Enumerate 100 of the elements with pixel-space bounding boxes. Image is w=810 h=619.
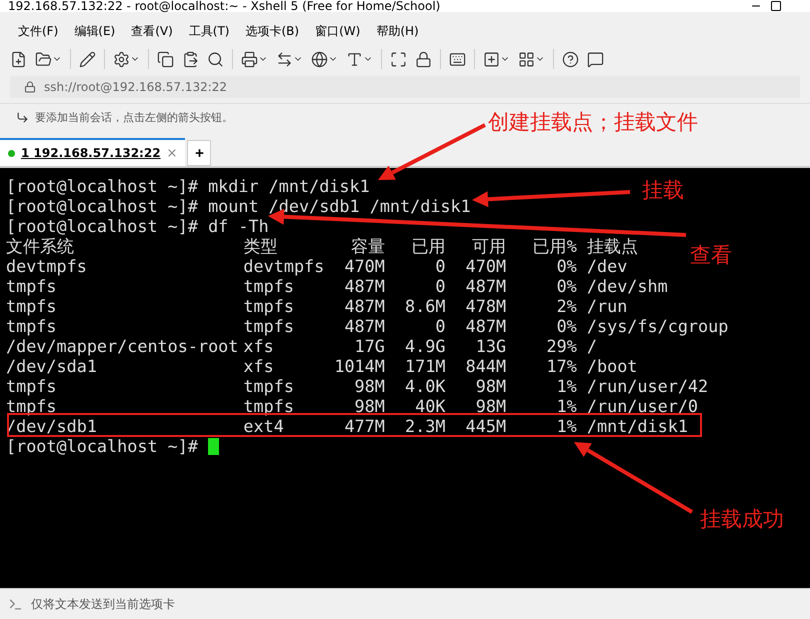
- column-header: 已用: [410, 236, 446, 256]
- table-cell-text: tmpfs: [243, 376, 295, 396]
- table-cell-text: 470M: [464, 256, 506, 276]
- table-cell-text: /dev/mapper/centos-root: [6, 336, 240, 356]
- annotation: 查看: [690, 242, 732, 269]
- table-cell-text: tmpfs: [243, 316, 295, 336]
- table-cell-text: 98M: [474, 396, 506, 416]
- table-cell: /boot: [586, 356, 638, 376]
- settings-icon[interactable]: [113, 50, 130, 68]
- table-cell: /: [586, 336, 597, 356]
- table-cell: /dev/shm: [586, 276, 668, 296]
- table-cell-text: 487M: [343, 276, 385, 296]
- table-cell-text: 487M: [343, 296, 385, 316]
- table-cell-text: /dev/sda1: [6, 356, 98, 376]
- globe-icon[interactable]: [311, 50, 328, 68]
- table-cell-text: tmpfs: [243, 296, 295, 316]
- table-cell-text: 478M: [464, 296, 506, 316]
- table-cell-text: 98M: [354, 396, 385, 416]
- maximize-icon[interactable]: [770, 0, 782, 12]
- font-icon[interactable]: [346, 50, 363, 68]
- menu-item[interactable]: 文件(F): [10, 22, 66, 40]
- menu-item[interactable]: 查看(V): [123, 22, 181, 40]
- cursor: [208, 438, 220, 454]
- table-cell-text: 445M: [464, 416, 506, 436]
- table-cell-text: 4.0K: [404, 376, 446, 396]
- search-icon[interactable]: [207, 50, 224, 68]
- table-cell-text: tmpfs: [6, 396, 58, 416]
- layout-icon[interactable]: [518, 50, 535, 68]
- table-cell: /run/user/42: [586, 376, 708, 396]
- column-header: 可用: [471, 236, 506, 256]
- table-cell: /run: [586, 296, 628, 316]
- help-icon[interactable]: [562, 50, 579, 68]
- menu-item[interactable]: 工具(T): [180, 22, 238, 40]
- table-cell-text: ext4: [243, 416, 285, 436]
- table-cell-text: tmpfs: [6, 276, 58, 296]
- annotation: 挂载成功: [700, 506, 784, 533]
- table-cell-text: devtmpfs: [243, 256, 326, 276]
- table-cell-text: tmpfs: [243, 396, 295, 416]
- annotation: 创建挂载点；挂载文件: [488, 109, 698, 136]
- table-cell-text: 2.3M: [404, 416, 446, 436]
- menu-item[interactable]: 帮助(H): [368, 22, 427, 40]
- close-icon[interactable]: ×: [166, 146, 178, 160]
- keyboard-icon[interactable]: [449, 50, 466, 68]
- column-header: 容量: [350, 236, 385, 256]
- new-session-icon[interactable]: [10, 50, 27, 68]
- column-header: 挂载点: [586, 236, 638, 256]
- add-icon[interactable]: [483, 50, 500, 68]
- table-cell-text: 0%: [556, 276, 577, 296]
- copy-icon[interactable]: [157, 50, 174, 68]
- status-text: 仅将文本发送到当前选项卡: [31, 596, 175, 612]
- new-tab-button[interactable]: +: [187, 140, 212, 166]
- table-cell: /mnt/disk1: [586, 416, 688, 436]
- table-cell-text: 17%: [545, 356, 577, 376]
- window-title: 192.168.57.132:22 - root@localhost:~ - Xshell 5 (Free for Home/School): [8, 0, 440, 12]
- address-text: ssh://root@192.168.57.132:22: [44, 80, 228, 94]
- chat-icon[interactable]: [587, 50, 604, 68]
- menu-item[interactable]: 选项卡(B): [238, 22, 308, 40]
- table-cell-text: tmpfs: [6, 296, 58, 316]
- paste-icon[interactable]: [182, 50, 199, 68]
- menu-item[interactable]: 编辑(E): [66, 22, 124, 40]
- table-cell-text: tmpfs: [243, 276, 295, 296]
- lock-icon[interactable]: [415, 50, 432, 68]
- printer-icon[interactable]: [241, 50, 258, 68]
- table-cell-text: 4.9G: [404, 336, 446, 356]
- tab-label: 1 192.168.57.132:22: [21, 146, 161, 160]
- arrow-icon[interactable]: [16, 110, 29, 124]
- fullscreen-icon[interactable]: [390, 50, 407, 68]
- terminal[interactable]: [0, 168, 810, 588]
- command-line: [root@localhost ~]# mount /dev/sdb1 /mnt/disk1: [6, 196, 471, 216]
- table-cell-text: 2%: [556, 296, 577, 316]
- table-cell: /dev: [586, 256, 628, 276]
- command-line: [root@localhost ~]# df -Th: [6, 216, 269, 236]
- table-cell: /sys/fs/cgroup: [586, 316, 728, 336]
- table-cell-text: 0: [434, 276, 446, 296]
- table-cell-text: 487M: [464, 276, 506, 296]
- table-cell-text: tmpfs: [6, 376, 58, 396]
- terminal-icon[interactable]: [8, 596, 23, 612]
- table-cell-text: /dev/sdb1: [6, 416, 98, 436]
- command-line: [root@localhost ~]# mkdir /mnt/disk1: [6, 176, 370, 196]
- pencil-icon[interactable]: [79, 50, 96, 68]
- lock-icon: [24, 81, 36, 93]
- folder-icon[interactable]: [35, 50, 52, 68]
- hint-text: 要添加当前会话，点击左侧的箭头按钮。: [35, 110, 233, 124]
- table-cell-text: xfs: [243, 356, 275, 376]
- table-cell-text: 0%: [556, 256, 577, 276]
- prompt: [root@localhost ~]#: [6, 436, 198, 456]
- table-cell-text: 1%: [556, 416, 577, 436]
- table-cell-text: 171M: [404, 356, 446, 376]
- session-tab[interactable]: 1 192.168.57.132:22 ×: [0, 138, 186, 166]
- transfer-icon[interactable]: [276, 50, 293, 68]
- table-cell-text: 0: [434, 256, 446, 276]
- table-cell-text: 40K: [414, 396, 446, 416]
- table-cell-text: 477M: [343, 416, 385, 436]
- menu-item[interactable]: 窗口(W): [307, 22, 368, 40]
- table-cell-text: 0%: [556, 316, 577, 336]
- table-cell-text: 1%: [556, 376, 577, 396]
- table-cell-text: xfs: [243, 336, 275, 356]
- table-cell-text: 844M: [464, 356, 506, 376]
- table-cell-text: 0: [434, 316, 446, 336]
- address-bar[interactable]: ssh://root@192.168.57.132:22: [10, 76, 800, 98]
